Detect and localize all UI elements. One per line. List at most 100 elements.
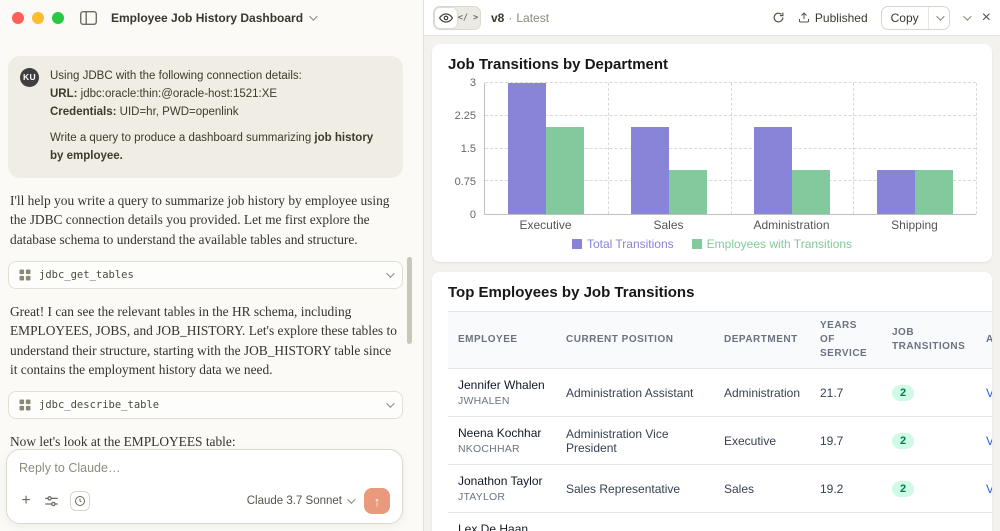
chevron-down-icon [386,269,395,278]
y-axis-tick: 1.5 [460,143,476,155]
cell-position: Administration Assistant [556,368,714,417]
cell-action: V [976,464,992,513]
x-axis-label: Sales [653,218,684,232]
legend-label: Employees with Transitions [706,237,853,251]
copy-dropdown-button[interactable] [927,6,949,29]
chevron-down-icon [935,11,945,21]
assistant-paragraph: I'll help you write a query to summarize… [10,193,390,247]
app-window: Employee Job History Dashboard KU Using … [0,0,1000,531]
url-label: URL: [50,87,78,100]
composer-input[interactable]: Reply to Claude… [19,461,390,475]
chart-x-axis: Executive Sales Administration Shipping [448,215,976,233]
cell-department [714,512,810,531]
cell-position: Sales Representative [556,464,714,513]
artifact-header-actions: Published Copy × [772,5,991,30]
cell-department: Sales [714,464,810,513]
composer-toolbar: + Claude 3.7 Sonnet ↑ [19,488,390,514]
chevron-down-icon [386,399,395,408]
tools-sliders-icon[interactable] [44,495,59,508]
code-toggle[interactable]: </ > [457,8,479,28]
code-icon: </ > [457,12,479,23]
chevron-down-icon [347,495,356,504]
cell-years: 19.2 [810,464,882,513]
more-options-chevron[interactable] [962,11,972,21]
user-message-body: Using JDBC with the following connection… [50,68,389,166]
version-number: v8 [491,10,505,25]
column-header: YEARS OF SERVICE [810,311,882,369]
published-button[interactable]: Published [798,11,868,25]
view-link[interactable]: V [986,482,992,496]
user-message-request: Write a query to produce a dashboard sum… [50,130,389,166]
url-value: jdbc:oracle:thin:@oracle-host:1521:XE [77,87,278,100]
tool-call-chip-get-tables[interactable]: jdbc_get_tables [8,260,403,289]
conversation-title-menu[interactable]: Employee Job History Dashboard [111,11,318,25]
gridline-vertical [607,83,609,214]
x-axis-label: Shipping [891,218,938,232]
table-row: Jonathon Taylor JTAYLOR Sales Representati… [448,464,992,513]
window-titlebar: Employee Job History Dashboard [0,0,423,36]
version-separator: · [508,10,513,25]
x-axis-label: Administration [753,218,830,232]
cell-transitions: 2 [882,368,976,417]
employees-table-wrap[interactable]: EMPLOYEE CURRENT POSITION DEPARTMENT YEARS … [448,311,992,531]
column-header: JOB TRANSITIONS [882,311,976,369]
traffic-light-minimize[interactable] [32,12,44,24]
sidebar-toggle-icon[interactable] [80,11,97,25]
preview-eye-toggle[interactable] [435,7,457,28]
tool-call-chip-describe-table-1[interactable]: jdbc_describe_table [8,391,403,420]
cell-action [976,512,992,531]
cell-years [810,512,882,531]
chevron-down-icon [309,12,318,21]
column-header: A [976,311,992,369]
legend-item: Total Transitions [571,236,674,252]
history-clock-icon[interactable] [70,491,90,511]
legend-swatch-icon [571,239,582,249]
send-button[interactable]: ↑ [364,488,390,514]
cell-transitions: 2 [882,464,976,513]
x-axis-label: Executive [519,218,572,232]
copy-button[interactable]: Copy [882,11,928,25]
tool-icon [19,399,31,411]
chart-legend: Total Transitions Employees with Transiti… [448,236,976,252]
traffic-light-close[interactable] [12,12,24,24]
table-title: Top Employees by Job Transitions [448,284,695,301]
table-row: Lex De Haan [448,512,992,531]
transitions-badge: 2 [892,480,915,497]
employee-name: Neena Kochhar [458,426,542,440]
traffic-lights [12,12,64,24]
model-selector[interactable]: Claude 3.7 Sonnet [247,495,356,507]
credentials-value: UID=hr, PWD=openlink [116,105,239,118]
chat-scrollbar[interactable] [407,257,412,344]
version-status: Latest [516,10,550,25]
cell-department: Administration [714,368,810,417]
conversation-title: Employee Job History Dashboard [111,11,304,25]
user-avatar: KU [20,68,39,87]
bar-executive-series-0 [508,83,547,214]
gridline-vertical [853,83,855,214]
tool-call-label: jdbc_describe_table [39,399,160,412]
transitions-badge: 2 [892,432,915,449]
employees-table: EMPLOYEE CURRENT POSITION DEPARTMENT YEARS … [448,311,992,531]
chevron-down-icon [962,11,972,21]
artifact-pane: </ > v8 · Latest Published Copy × Job Tr… [424,0,1000,531]
user-message-url-line: URL: jdbc:oracle:thin:@oracle-host:1521:… [50,86,389,104]
version-label[interactable]: v8 · Latest [491,11,549,25]
column-header: EMPLOYEE [448,311,556,369]
chart-card: Job Transitions by Department 0 0.75 1.5 2.… [432,44,992,262]
cell-action: V [976,416,992,465]
attach-plus-button[interactable]: + [19,493,33,509]
view-link[interactable]: V [986,434,992,448]
legend-item: Employees with Transitions [691,236,853,252]
refresh-icon[interactable] [772,11,785,24]
composer: Reply to Claude… + Claude 3.7 Sonnet ↑ [6,449,403,524]
user-message: KU Using JDBC with the following connect… [8,56,403,179]
column-header: DEPARTMENT [714,311,810,369]
traffic-light-zoom[interactable] [52,12,64,24]
chat-pane: Employee Job History Dashboard KU Using … [0,0,424,531]
cell-position [556,512,714,531]
close-artifact-icon[interactable]: × [982,9,991,26]
column-header: CURRENT POSITION [556,311,714,369]
artifact-body: Job Transitions by Department 0 0.75 1.5 2.… [424,36,1000,531]
employee-code: JTAYLOR [458,491,506,503]
view-link[interactable]: V [986,386,992,400]
